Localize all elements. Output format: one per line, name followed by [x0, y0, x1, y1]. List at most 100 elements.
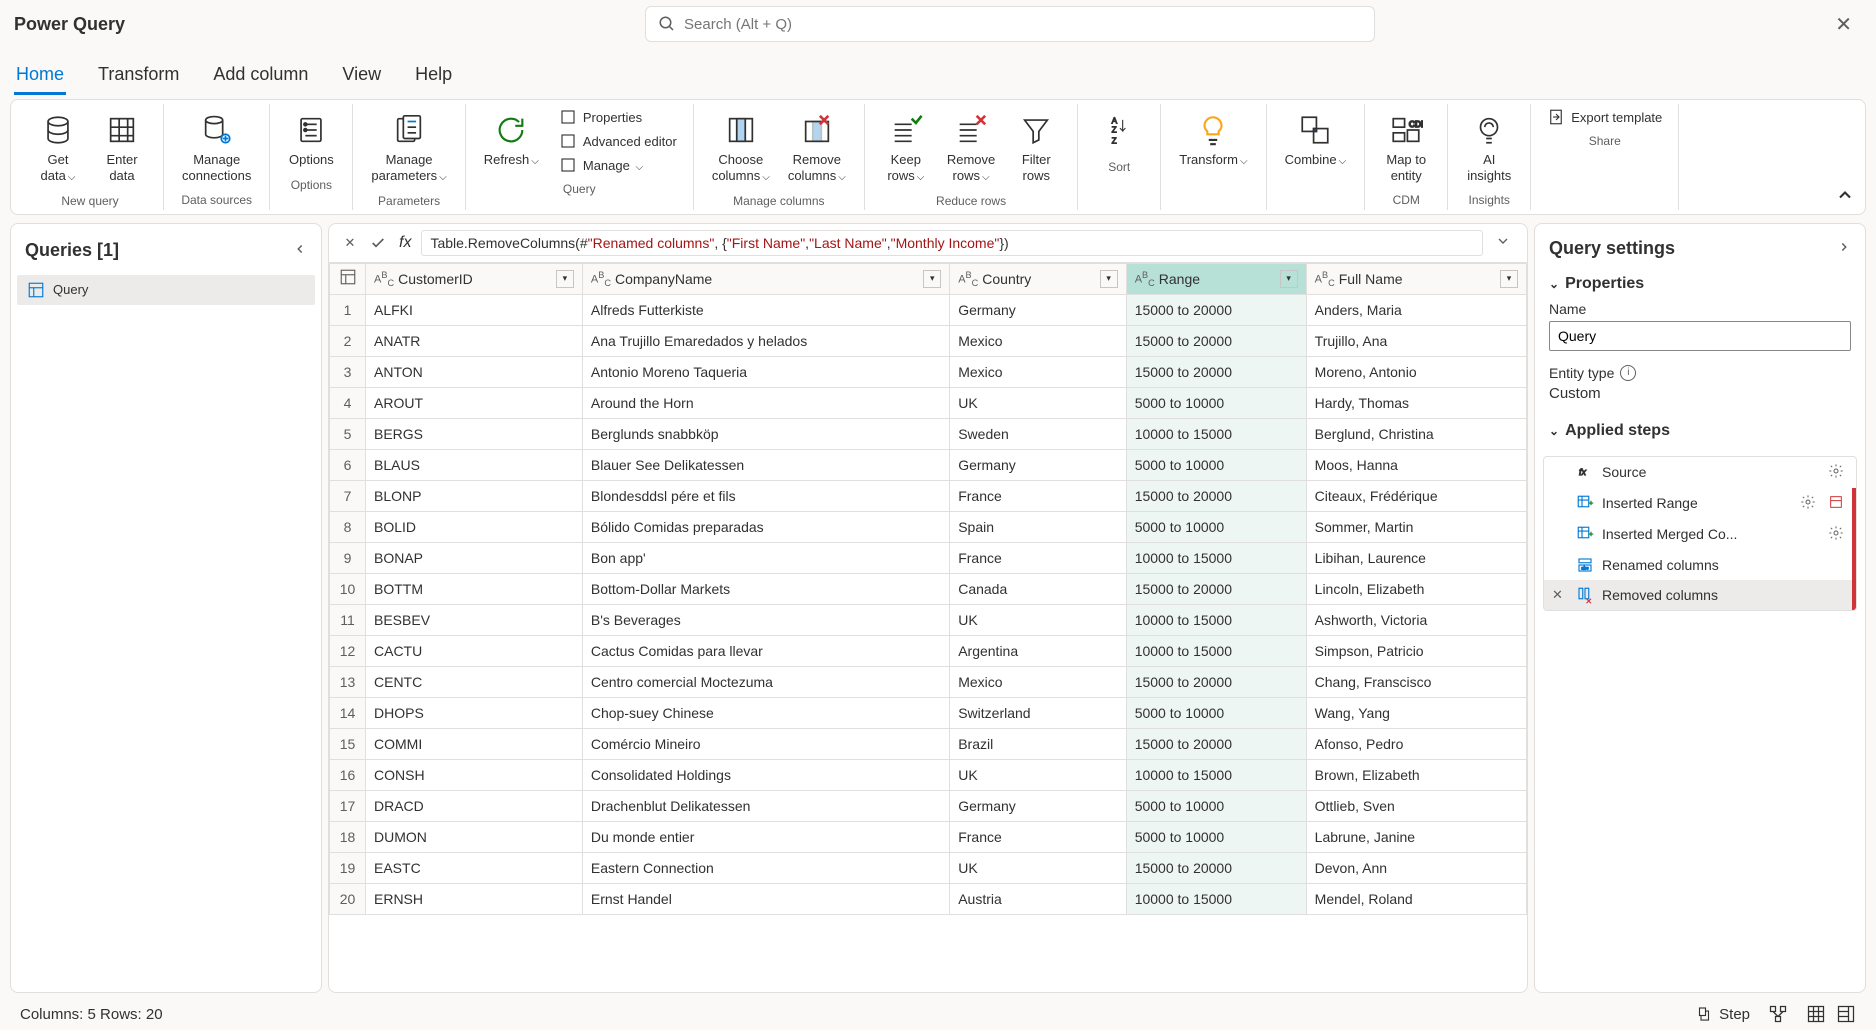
row-number[interactable]: 12 [330, 635, 366, 666]
ribbon-export-template-button[interactable]: Export template [1543, 106, 1666, 128]
info-icon[interactable]: i [1620, 365, 1636, 381]
ribbon-collapse-button[interactable] [1835, 185, 1855, 208]
cell[interactable]: Bon app' [582, 542, 949, 573]
cell[interactable]: Antonio Moreno Taqueria [582, 356, 949, 387]
cell[interactable]: Germany [950, 790, 1126, 821]
cell[interactable]: Comércio Mineiro [582, 728, 949, 759]
table-row[interactable]: 15COMMIComércio MineiroBrazil15000 to 20… [330, 728, 1527, 759]
queries-collapse-button[interactable] [293, 242, 307, 259]
grid-view-icon[interactable] [1806, 1004, 1826, 1024]
cell[interactable]: BOTTM [366, 573, 583, 604]
cell[interactable]: CACTU [366, 635, 583, 666]
cell[interactable]: France [950, 821, 1126, 852]
cell[interactable]: Ashworth, Victoria [1306, 604, 1526, 635]
table-row[interactable]: 6BLAUSBlauer See DelikatessenGermany5000… [330, 449, 1527, 480]
ribbon-sort-button[interactable]: AZZ [1090, 106, 1148, 154]
cell[interactable]: Hardy, Thomas [1306, 387, 1526, 418]
row-number[interactable]: 2 [330, 325, 366, 356]
cell[interactable]: BLAUS [366, 449, 583, 480]
ribbon-enter-data-button[interactable]: Enterdata [93, 106, 151, 187]
cell[interactable]: Around the Horn [582, 387, 949, 418]
cell[interactable]: Brown, Elizabeth [1306, 759, 1526, 790]
row-number[interactable]: 17 [330, 790, 366, 821]
ribbon-advanced-editor-button[interactable]: Advanced editor [555, 130, 681, 152]
column-filter-button[interactable]: ▾ [1500, 270, 1518, 288]
cell[interactable]: DHOPS [366, 697, 583, 728]
cell[interactable]: Mexico [950, 325, 1126, 356]
cell[interactable]: ANATR [366, 325, 583, 356]
cell[interactable]: Germany [950, 449, 1126, 480]
split-view-icon[interactable] [1836, 1004, 1856, 1024]
cell[interactable]: Consolidated Holdings [582, 759, 949, 790]
cell[interactable]: Centro comercial Moctezuma [582, 666, 949, 697]
table-row[interactable]: 7BLONPBlondesddsl pére et filsFrance1500… [330, 480, 1527, 511]
cell[interactable]: Blondesddsl pére et fils [582, 480, 949, 511]
table-row[interactable]: 5BERGSBerglunds snabbköpSweden10000 to 1… [330, 418, 1527, 449]
cell[interactable]: ANTON [366, 356, 583, 387]
cell[interactable]: 10000 to 15000 [1126, 604, 1306, 635]
cell[interactable]: 5000 to 10000 [1126, 511, 1306, 542]
menu-tab-home[interactable]: Home [14, 56, 66, 95]
row-number[interactable]: 16 [330, 759, 366, 790]
cell[interactable]: 5000 to 10000 [1126, 387, 1306, 418]
table-row[interactable]: 12CACTUCactus Comidas para llevarArgenti… [330, 635, 1527, 666]
ribbon-manage-connections-button[interactable]: Manageconnections [176, 106, 257, 187]
row-number[interactable]: 1 [330, 294, 366, 325]
cell[interactable]: BESBEV [366, 604, 583, 635]
column-filter-button[interactable]: ▾ [1280, 270, 1298, 288]
cell[interactable]: Argentina [950, 635, 1126, 666]
applied-step[interactable]: fxSource [1544, 457, 1856, 488]
ribbon-transform-button[interactable]: Transform⌵ [1173, 106, 1253, 172]
ribbon-remove-columns-button[interactable]: Removecolumns⌵ [782, 106, 852, 188]
applied-step[interactable]: abcRenamed columns [1544, 550, 1856, 580]
row-number[interactable]: 6 [330, 449, 366, 480]
table-row[interactable]: 17DRACDDrachenblut DelikatessenGermany50… [330, 790, 1527, 821]
cell[interactable]: 10000 to 15000 [1126, 759, 1306, 790]
cell[interactable]: Spain [950, 511, 1126, 542]
cell[interactable]: BLONP [366, 480, 583, 511]
column-header-full-name[interactable]: ABCFull Name▾ [1306, 263, 1526, 294]
row-number[interactable]: 5 [330, 418, 366, 449]
row-number[interactable]: 3 [330, 356, 366, 387]
cell[interactable]: Wang, Yang [1306, 697, 1526, 728]
cell[interactable]: Citeaux, Frédérique [1306, 480, 1526, 511]
cell[interactable]: 5000 to 10000 [1126, 697, 1306, 728]
row-number[interactable]: 7 [330, 480, 366, 511]
row-number[interactable]: 19 [330, 852, 366, 883]
data-grid[interactable]: ABCCustomerID▾ABCCompanyName▾ABCCountry▾… [329, 263, 1527, 915]
cell[interactable]: Bólido Comidas preparadas [582, 511, 949, 542]
cell[interactable]: CENTC [366, 666, 583, 697]
column-header-companyname[interactable]: ABCCompanyName▾ [582, 263, 949, 294]
menu-tab-add-column[interactable]: Add column [211, 56, 310, 95]
ribbon-refresh-button[interactable]: Refresh⌵ [478, 106, 545, 172]
ribbon-keep-rows-button[interactable]: Keeprows⌵ [877, 106, 935, 188]
ribbon-map-to-entity-button[interactable]: CDMMap toentity [1377, 106, 1435, 187]
menu-tab-transform[interactable]: Transform [96, 56, 181, 95]
cell[interactable]: BOLID [366, 511, 583, 542]
cell[interactable]: Simpson, Patricio [1306, 635, 1526, 666]
cell[interactable]: Canada [950, 573, 1126, 604]
ribbon-choose-columns-button[interactable]: Choosecolumns⌵ [706, 106, 776, 188]
cell[interactable]: 5000 to 10000 [1126, 790, 1306, 821]
cell[interactable]: DRACD [366, 790, 583, 821]
ribbon-remove-rows-button[interactable]: Removerows⌵ [941, 106, 1001, 188]
table-row[interactable]: 8BOLIDBólido Comidas preparadasSpain5000… [330, 511, 1527, 542]
cell[interactable]: France [950, 480, 1126, 511]
ribbon-properties-button[interactable]: Properties [555, 106, 681, 128]
global-search[interactable] [645, 6, 1375, 42]
cell[interactable]: Afonso, Pedro [1306, 728, 1526, 759]
select-all-cell[interactable] [330, 263, 366, 294]
applied-step[interactable]: ✕Removed columns [1544, 580, 1856, 610]
cell[interactable]: 15000 to 20000 [1126, 294, 1306, 325]
menu-tab-view[interactable]: View [340, 56, 383, 95]
search-input[interactable] [684, 16, 1362, 33]
table-row[interactable]: 1ALFKIAlfreds FutterkisteGermany15000 to… [330, 294, 1527, 325]
cell[interactable]: 15000 to 20000 [1126, 666, 1306, 697]
cell[interactable]: ERNSH [366, 883, 583, 914]
column-filter-button[interactable]: ▾ [556, 270, 574, 288]
cell[interactable]: AROUT [366, 387, 583, 418]
step-settings-button[interactable] [1800, 494, 1816, 513]
delete-step-button[interactable]: ✕ [1552, 587, 1568, 603]
cell[interactable]: Eastern Connection [582, 852, 949, 883]
cell[interactable]: UK [950, 387, 1126, 418]
